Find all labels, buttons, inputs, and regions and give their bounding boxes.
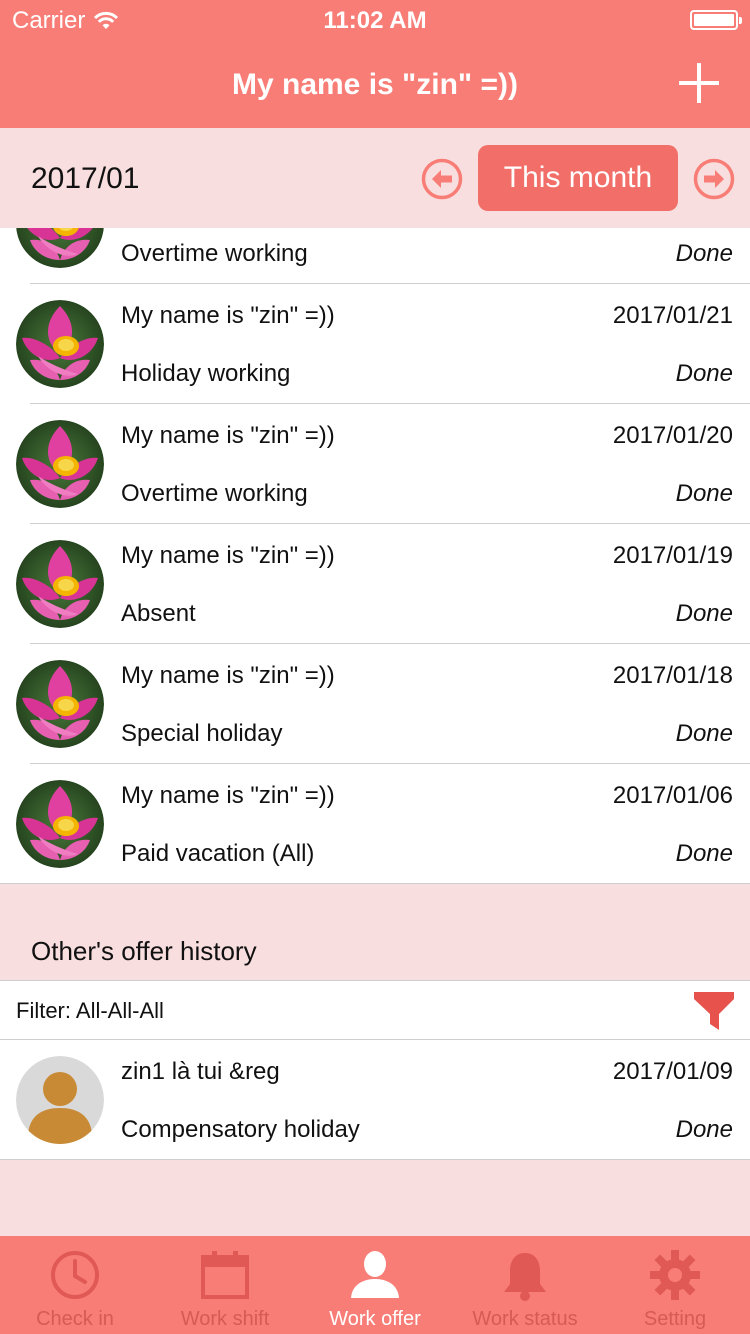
- tab-bar: Check in Work shift Work offer Work status S…: [0, 1236, 750, 1334]
- status-bar: Carrier 11:02 AM: [0, 0, 750, 40]
- divider: [0, 883, 750, 884]
- page-title: My name is "zin" =)): [231, 68, 518, 101]
- tab-setting[interactable]: Setting: [600, 1236, 750, 1334]
- filter-bar[interactable]: Filter: All-All-All: [0, 980, 750, 1040]
- clock-time: 11:02 AM: [323, 7, 427, 34]
- navigation-bar: My name is "zin" =)): [0, 40, 750, 128]
- current-month: 2017/01: [31, 162, 140, 195]
- offer-date: 2017/01/19: [612, 542, 733, 569]
- avatar: [16, 1056, 104, 1144]
- next-month-icon[interactable]: [693, 158, 735, 200]
- avatar: [16, 228, 104, 268]
- tab-work-shift[interactable]: Work shift: [150, 1236, 300, 1334]
- offer-date: 2017/01/18: [612, 662, 733, 689]
- offer-status: Done: [675, 720, 733, 747]
- offer-user-name: My name is "zin" =)): [121, 662, 335, 689]
- offer-row[interactable]: My name is "zin" =)) 2017/01/21 Holiday wo…: [0, 284, 750, 404]
- others-offer-list: zin1 là tui &reg 2017/01/09 Compensatory h…: [0, 1040, 750, 1160]
- offer-row[interactable]: My name is "zin" =)) 2017/01/20 Overtime w…: [0, 404, 750, 524]
- this-month-button[interactable]: This month: [478, 145, 678, 211]
- tab-label: Work offer: [329, 1308, 421, 1330]
- tab-work-offer[interactable]: Work offer: [300, 1236, 450, 1334]
- battery-icon: [690, 10, 742, 30]
- offer-type: Absent: [121, 600, 196, 627]
- offer-type: Overtime working: [121, 240, 308, 267]
- offer-type: Special holiday: [121, 720, 283, 747]
- tab-check-in[interactable]: Check in: [0, 1236, 150, 1334]
- avatar: [16, 660, 104, 748]
- avatar: [16, 420, 104, 508]
- bell-icon: [498, 1248, 552, 1302]
- offer-type: Holiday working: [121, 360, 291, 387]
- offer-user-name: My name is "zin" =)): [121, 422, 335, 449]
- tab-label: Work status: [472, 1308, 578, 1330]
- section-title: Other's offer history: [31, 936, 257, 966]
- tab-label: Setting: [643, 1308, 707, 1330]
- offer-row[interactable]: My name is "zin" =)) 2017/01/19 Absent Done: [0, 524, 750, 644]
- offer-status: Done: [675, 240, 733, 267]
- offer-status: Done: [675, 840, 733, 867]
- offer-status: Done: [675, 480, 733, 507]
- offer-date: 2017/01/06: [612, 782, 733, 809]
- person-icon: [348, 1248, 402, 1302]
- tab-label: Work shift: [180, 1308, 270, 1330]
- offer-row[interactable]: Overtime working Done: [0, 228, 750, 284]
- filter-label: Filter: All-All-All: [16, 998, 164, 1023]
- offer-user-name: zin1 là tui &reg: [121, 1058, 280, 1085]
- offer-date: 2017/01/09: [612, 1058, 733, 1085]
- clock-icon: [48, 1248, 102, 1302]
- offer-row[interactable]: zin1 là tui &reg 2017/01/09 Compensatory h…: [0, 1040, 750, 1160]
- tab-label: Check in: [36, 1308, 114, 1330]
- add-icon[interactable]: [678, 62, 720, 104]
- gear-icon: [648, 1248, 702, 1302]
- offer-status: Done: [675, 360, 733, 387]
- avatar: [16, 540, 104, 628]
- my-offer-list: Overtime working Done My name is "zin" =))…: [0, 228, 750, 884]
- month-selector: 2017/01 This month: [0, 128, 750, 228]
- offer-status: Done: [675, 600, 733, 627]
- offer-type: Overtime working: [121, 480, 308, 507]
- offer-row[interactable]: My name is "zin" =)) 2017/01/06 Paid vacat…: [0, 764, 750, 884]
- offer-type: Compensatory holiday: [121, 1116, 360, 1143]
- offer-date: 2017/01/21: [612, 302, 733, 329]
- filter-icon[interactable]: [694, 990, 734, 1032]
- offer-date: 2017/01/20: [612, 422, 733, 449]
- calendar-icon: [198, 1248, 252, 1302]
- offer-status: Done: [675, 1116, 733, 1143]
- offer-user-name: My name is "zin" =)): [121, 542, 335, 569]
- offer-row[interactable]: My name is "zin" =)) 2017/01/18 Special ho…: [0, 644, 750, 764]
- offer-user-name: My name is "zin" =)): [121, 782, 335, 809]
- offer-type: Paid vacation (All): [121, 840, 315, 867]
- previous-month-icon[interactable]: [421, 158, 463, 200]
- offer-user-name: My name is "zin" =)): [121, 302, 335, 329]
- tab-work-status[interactable]: Work status: [450, 1236, 600, 1334]
- avatar: [16, 780, 104, 868]
- avatar: [16, 300, 104, 388]
